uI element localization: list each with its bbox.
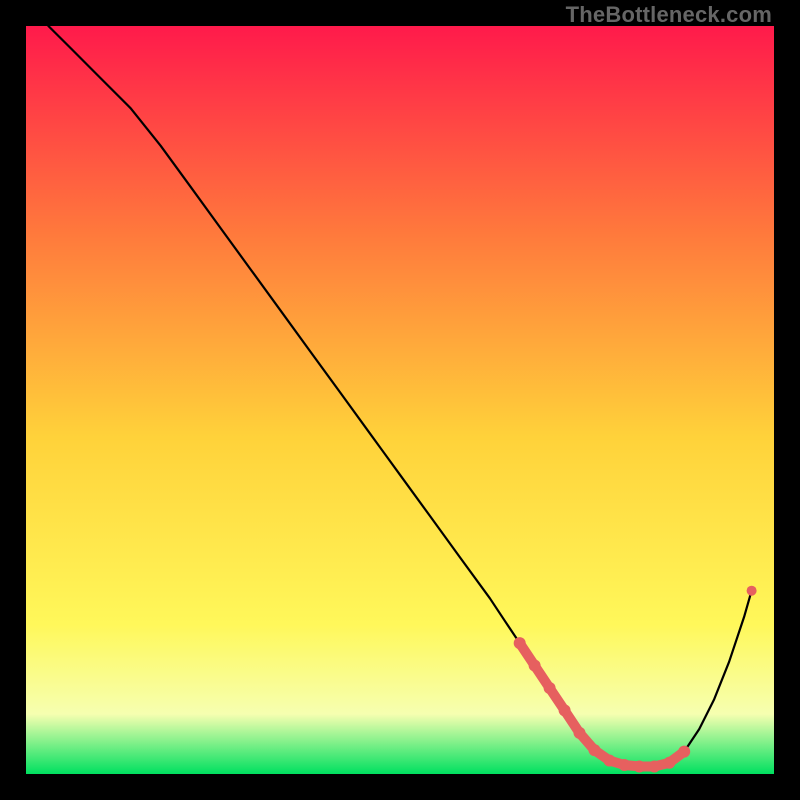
plot-area: [26, 26, 774, 774]
floor-marker-dot: [589, 744, 601, 756]
floor-marker-dot: [544, 682, 556, 694]
floor-marker-dot: [633, 761, 645, 773]
floor-marker-dot: [559, 704, 571, 716]
floor-marker-dot: [663, 757, 675, 769]
floor-marker-dot: [574, 727, 586, 739]
floor-marker-dot: [618, 759, 630, 771]
gradient-background: [26, 26, 774, 774]
watermark-label: TheBottleneck.com: [566, 2, 772, 28]
floor-marker-dot: [603, 755, 615, 767]
floor-marker-dot: [514, 637, 526, 649]
floor-marker-dot: [648, 761, 660, 773]
end-marker-dot: [747, 586, 757, 596]
chart-svg: [26, 26, 774, 774]
floor-marker-dot: [678, 746, 690, 758]
outer-frame: TheBottleneck.com: [0, 0, 800, 800]
floor-marker-dot: [529, 660, 541, 672]
